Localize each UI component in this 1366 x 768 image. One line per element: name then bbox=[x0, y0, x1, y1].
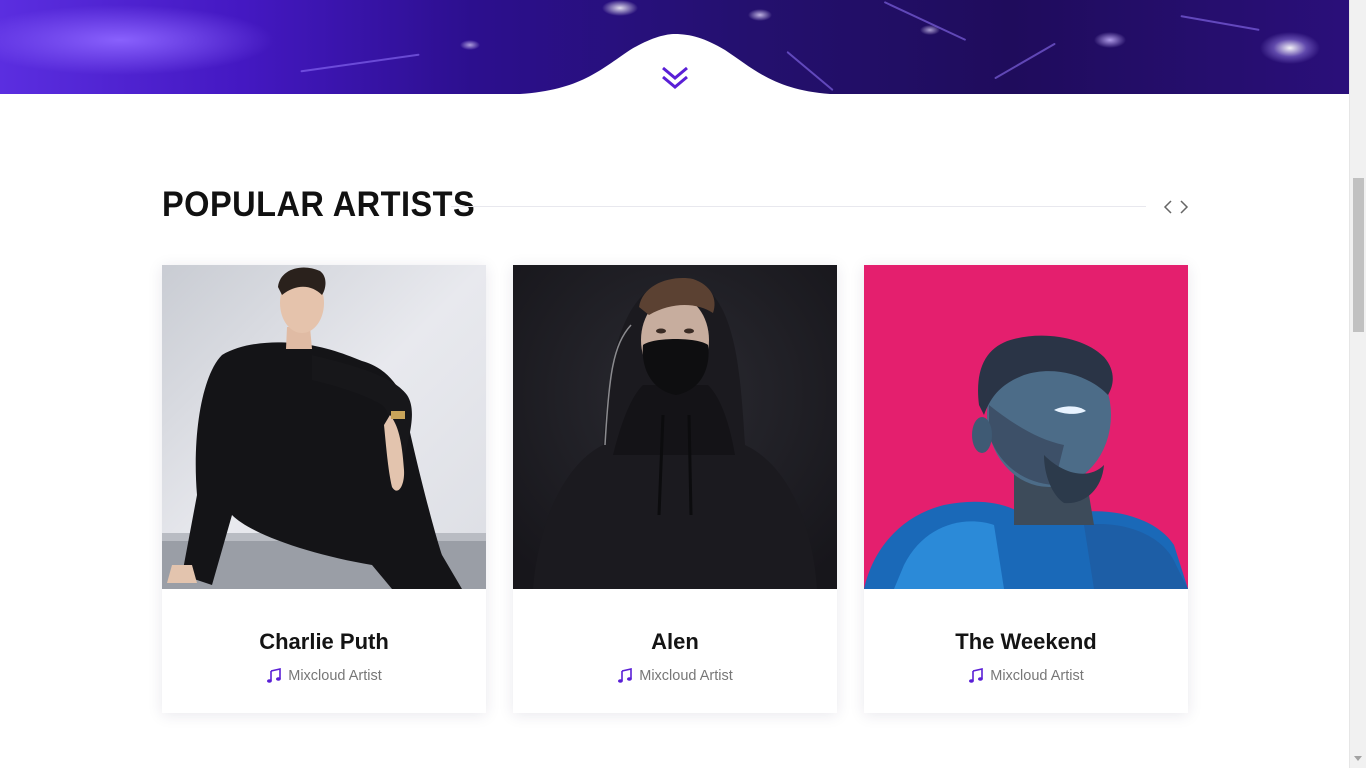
double-chevron-down-icon bbox=[662, 66, 688, 89]
scroll-down-arrow-icon[interactable] bbox=[1354, 756, 1362, 761]
artist-photo[interactable] bbox=[864, 265, 1188, 589]
artist-name[interactable]: Alen bbox=[513, 627, 837, 657]
page: POPULAR ARTISTS Charlie Puth Mixcloud Ar… bbox=[0, 0, 1349, 768]
chevron-left-icon bbox=[1163, 200, 1172, 214]
artist-role: Mixcloud Artist bbox=[990, 668, 1084, 684]
artist-role: Mixcloud Artist bbox=[639, 668, 733, 684]
section-title: POPULAR ARTISTS bbox=[162, 185, 476, 224]
artist-photo[interactable] bbox=[513, 265, 837, 589]
music-note-icon bbox=[618, 668, 633, 683]
artist-meta: Mixcloud Artist bbox=[513, 666, 837, 686]
artist-role: Mixcloud Artist bbox=[288, 668, 382, 684]
artist-name[interactable]: Charlie Puth bbox=[162, 627, 486, 657]
music-note-icon bbox=[969, 668, 984, 683]
carousel-prev-button[interactable] bbox=[1160, 198, 1176, 216]
artist-photo[interactable] bbox=[162, 265, 486, 589]
carousel-next-button[interactable] bbox=[1176, 198, 1192, 216]
hero-banner bbox=[0, 0, 1349, 94]
chevron-right-icon bbox=[1180, 200, 1189, 214]
page-scrollbar[interactable] bbox=[1349, 0, 1366, 768]
artist-meta: Mixcloud Artist bbox=[162, 666, 486, 686]
artist-card[interactable]: Alen Mixcloud Artist bbox=[513, 265, 837, 713]
scroll-down-button[interactable] bbox=[660, 64, 690, 94]
artist-name[interactable]: The Weekend bbox=[864, 627, 1188, 657]
music-note-icon bbox=[267, 668, 282, 683]
artist-meta: Mixcloud Artist bbox=[864, 666, 1188, 686]
artist-card[interactable]: Charlie Puth Mixcloud Artist bbox=[162, 265, 486, 713]
artist-card[interactable]: The Weekend Mixcloud Artist bbox=[864, 265, 1188, 713]
scrollbar-thumb[interactable] bbox=[1353, 178, 1364, 332]
title-divider bbox=[451, 206, 1146, 207]
